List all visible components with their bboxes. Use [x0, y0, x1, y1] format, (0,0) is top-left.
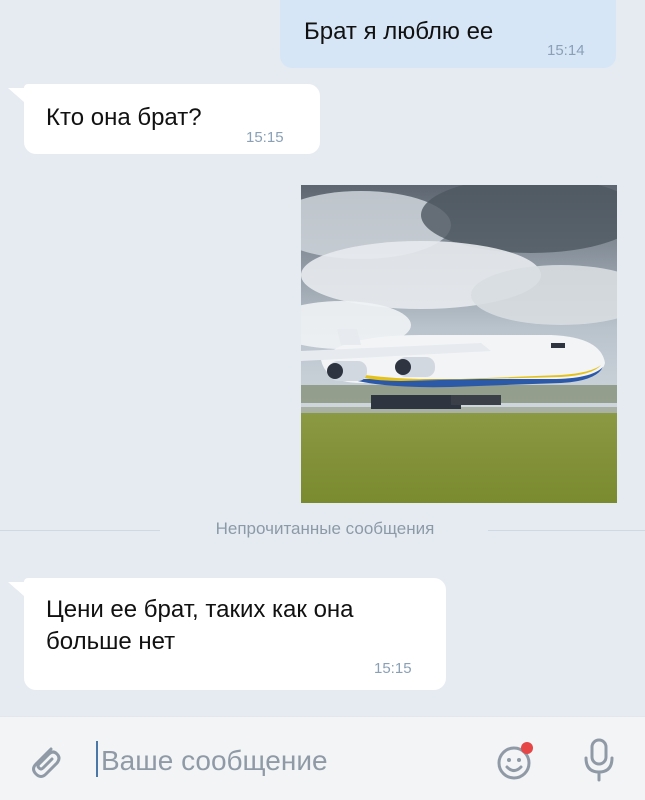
bubble-tail — [8, 582, 24, 596]
photo-message[interactable] — [301, 185, 617, 503]
bubble-tail — [8, 88, 24, 102]
chat-screen: Брат я люблю ее 15:14 Кто она брат? 15:1… — [0, 0, 645, 800]
message-bubble-incoming[interactable]: Кто она брат? 15:15 — [24, 84, 320, 154]
text-caret — [96, 741, 98, 777]
unread-divider-label: Непрочитанные сообщения — [215, 519, 435, 538]
message-bubble-incoming[interactable]: Цени ее брат, таких как она больше нет 1… — [24, 578, 446, 690]
divider-line — [0, 530, 160, 531]
paperclip-icon[interactable] — [26, 741, 62, 781]
smile-icon[interactable] — [496, 741, 536, 781]
divider-line — [488, 530, 645, 531]
message-text: Брат я люблю ее — [304, 18, 494, 45]
microphone-icon[interactable] — [582, 737, 616, 783]
message-bubble-outgoing[interactable]: Брат я люблю ее 15:14 — [280, 0, 616, 68]
message-text: Кто она брат? — [46, 104, 202, 131]
message-composer — [0, 716, 645, 800]
message-time: 15:15 — [246, 129, 284, 146]
message-text: Цени ее брат, таких как она больше нет — [46, 596, 354, 655]
message-time: 15:15 — [374, 660, 412, 677]
message-time: 15:14 — [547, 42, 585, 59]
message-input[interactable] — [101, 743, 461, 779]
unread-divider: Непрочитанные сообщения — [0, 519, 645, 541]
airplane-photo — [301, 185, 617, 503]
notification-dot — [521, 742, 533, 754]
